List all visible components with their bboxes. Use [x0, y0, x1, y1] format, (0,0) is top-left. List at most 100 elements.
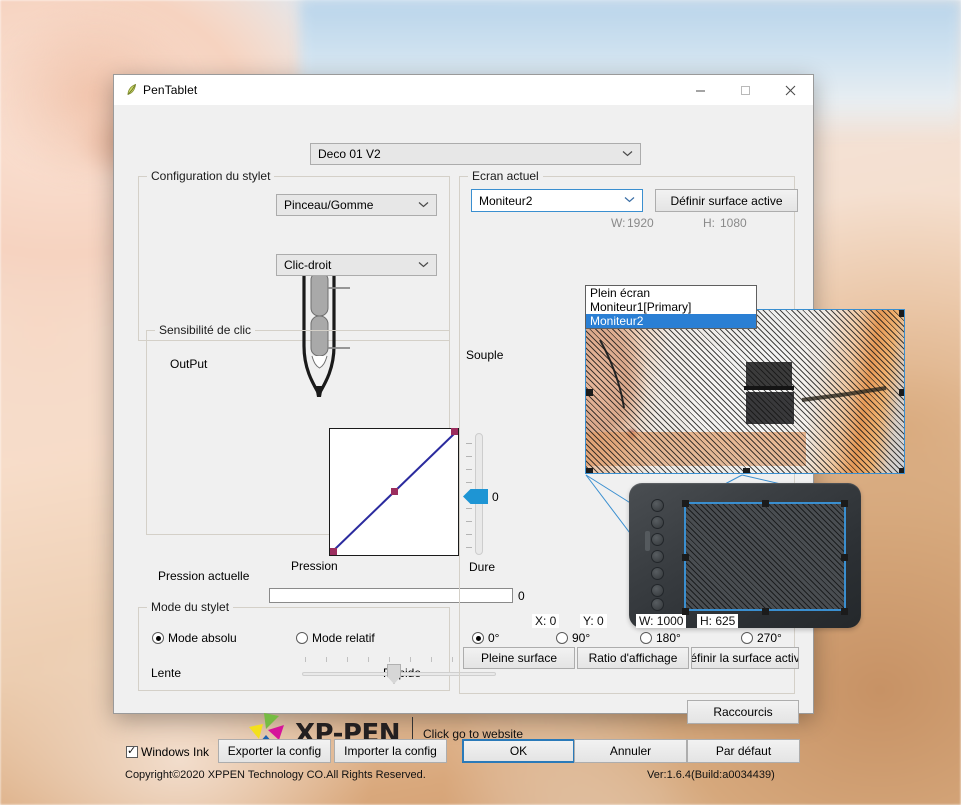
tablet-express-key-2[interactable]	[651, 516, 664, 529]
tablet-express-key-6[interactable]	[651, 584, 664, 597]
tablet-area-h: H: 625	[697, 614, 739, 628]
current-pressure-label: Pression actuelle	[158, 569, 250, 583]
chevron-down-icon	[418, 260, 432, 271]
tablet-area-handle[interactable]	[682, 608, 689, 615]
radio-mode-absolu-label: Mode absolu	[168, 631, 237, 645]
radio-rotation-0[interactable]: 0°	[472, 631, 499, 645]
monitor-area-handle[interactable]	[586, 389, 593, 396]
version-text: Ver:1.6.4(Build:a0034439)	[647, 769, 775, 781]
pen-upper-button-value: Pinceau/Gomme	[284, 198, 374, 212]
ok-button[interactable]: OK	[462, 739, 575, 763]
radio-dot-icon	[741, 632, 753, 644]
maximize-button[interactable]	[723, 75, 768, 105]
tablet-area-x: X: 0	[532, 614, 560, 628]
monitor-area-handle[interactable]	[743, 468, 750, 473]
screen-width-label: W:	[611, 216, 626, 230]
window-titlebar[interactable]: PenTablet	[114, 75, 813, 106]
pen-lower-button-action[interactable]: Clic-droit	[276, 254, 437, 276]
radio-dot-icon	[556, 632, 568, 644]
export-config-button[interactable]: Exporter la config	[218, 739, 331, 763]
chevron-down-icon	[418, 200, 432, 211]
window-client-area: Deco 01 V2 Configuration du stylet Pince…	[114, 106, 905, 781]
current-screen-legend: Ecran actuel	[468, 169, 543, 183]
monitor-area-handle[interactable]	[586, 468, 593, 473]
tablet-express-key-4[interactable]	[651, 550, 664, 563]
radio-rotation-270[interactable]: 270°	[741, 631, 782, 645]
pen-mode-legend: Mode du stylet	[147, 600, 234, 614]
radio-mode-relatif[interactable]: Mode relatif	[296, 631, 375, 645]
pen-config-legend: Configuration du stylet	[147, 169, 275, 183]
monitor-area-handle[interactable]	[899, 389, 904, 396]
curve-point-middle[interactable]	[391, 488, 398, 495]
speed-tick	[326, 657, 327, 662]
pen-lower-button-value: Clic-droit	[284, 258, 332, 272]
curve-point-end[interactable]	[451, 428, 458, 435]
tablet-express-key-1[interactable]	[651, 499, 664, 512]
speed-tick	[347, 657, 348, 662]
speed-tick	[410, 657, 411, 662]
monitor-preview-hatch-overlay	[586, 310, 904, 473]
tablet-area-w: W: 1000	[636, 614, 687, 628]
tablet-active-area[interactable]	[682, 500, 848, 615]
shortcuts-button[interactable]: Raccourcis	[687, 700, 799, 724]
monitor-selector[interactable]: Moniteur2	[471, 189, 643, 212]
dropdown-option-plein-ecran[interactable]: Plein écran	[586, 286, 756, 300]
radio-dot-icon	[472, 632, 484, 644]
monitor-area-handle[interactable]	[899, 468, 904, 473]
minimize-button[interactable]	[678, 75, 723, 105]
radio-rotation-180[interactable]: 180°	[640, 631, 681, 645]
define-active-area-button[interactable]: Définir surface active	[655, 189, 798, 212]
tablet-area-y: Y: 0	[580, 614, 607, 628]
tablet-side-port	[645, 531, 650, 551]
windows-ink-checkbox[interactable]: Windows Ink	[126, 744, 210, 759]
radio-mode-absolu[interactable]: Mode absolu	[152, 631, 237, 645]
tablet-area-handle[interactable]	[682, 500, 689, 507]
tablet-device[interactable]	[629, 483, 861, 628]
set-active-area-button[interactable]: éfinir la surface activ	[691, 647, 799, 669]
device-selector-value: Deco 01 V2	[318, 147, 381, 161]
tablet-area-handle[interactable]	[841, 554, 848, 561]
sensitivity-curve-graph[interactable]	[329, 428, 459, 556]
tablet-area-handle[interactable]	[682, 554, 689, 561]
pentablet-icon	[114, 83, 140, 97]
chevron-down-icon	[622, 149, 636, 160]
tablet-express-key-3[interactable]	[651, 533, 664, 546]
tablet-area-handle[interactable]	[762, 608, 769, 615]
full-area-button[interactable]: Pleine surface	[463, 647, 575, 669]
pentablet-window: PenTablet Deco 01 V2 Configuration du st…	[113, 74, 905, 781]
windows-ink-label: Windows Ink	[141, 745, 210, 759]
display-ratio-button[interactable]: Ratio d'affichage	[577, 647, 689, 669]
dropdown-option-moniteur2[interactable]: Moniteur2	[586, 314, 756, 328]
click-sensitivity-legend: Sensibilité de clic	[155, 323, 256, 337]
default-button[interactable]: Par défaut	[687, 739, 800, 763]
radio-rotation-90[interactable]: 90°	[556, 631, 590, 645]
chevron-down-icon	[624, 195, 638, 206]
tablet-express-key-7[interactable]	[651, 598, 664, 611]
monitor-dropdown-popup[interactable]: Plein écran Moniteur1[Primary] Moniteur2	[585, 285, 757, 329]
speed-tick	[305, 657, 306, 662]
close-button[interactable]	[768, 75, 813, 105]
monitor-area-handle[interactable]	[899, 310, 904, 317]
tablet-area-handle[interactable]	[841, 500, 848, 507]
radio-dot-icon	[640, 632, 652, 644]
device-selector[interactable]: Deco 01 V2	[310, 143, 641, 165]
radio-dot-icon	[152, 632, 164, 644]
screen-height-value: 1080	[720, 216, 747, 230]
tablet-area-handle[interactable]	[841, 608, 848, 615]
radio-rotation-0-label: 0°	[488, 631, 500, 645]
curve-point-start[interactable]	[330, 548, 337, 555]
tablet-express-key-5[interactable]	[651, 567, 664, 580]
dropdown-option-moniteur1[interactable]: Moniteur1[Primary]	[586, 300, 756, 314]
cancel-button[interactable]: Annuler	[574, 739, 687, 763]
radio-rotation-90-label: 90°	[572, 631, 591, 645]
radio-dot-icon	[296, 632, 308, 644]
pen-upper-button-action[interactable]: Pinceau/Gomme	[276, 194, 437, 216]
screen-width-value: 1920	[627, 216, 654, 230]
speed-tick	[452, 657, 453, 662]
speed-slow-label: Lente	[151, 666, 182, 680]
monitor-preview[interactable]	[585, 309, 905, 474]
import-config-button[interactable]: Importer la config	[334, 739, 447, 763]
window-title: PenTablet	[143, 83, 198, 97]
graph-pressure-label: Pression	[291, 559, 338, 573]
tablet-area-handle[interactable]	[762, 500, 769, 507]
